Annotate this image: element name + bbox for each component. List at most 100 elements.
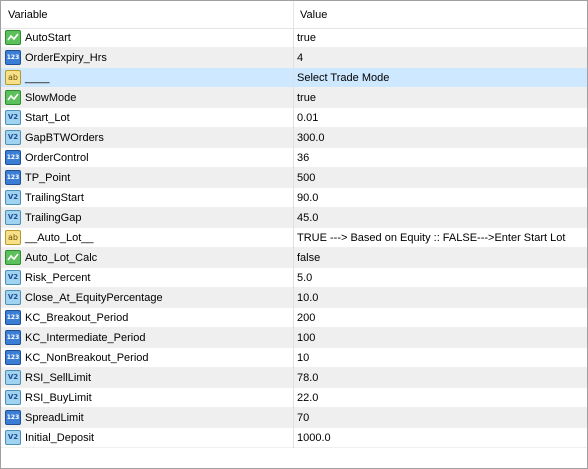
table-row[interactable]: 123 OrderControl 36 [1, 148, 587, 168]
variable-name: KC_Intermediate_Period [25, 332, 146, 344]
variable-name: Close_At_EquityPercentage [25, 292, 163, 304]
icon-glyph: ab [8, 233, 18, 242]
value-cell[interactable]: 1000.0 [294, 428, 587, 448]
double-icon: V2 [5, 390, 21, 405]
table-row[interactable]: V2 Initial_Deposit 1000.0 [1, 428, 587, 448]
variable-cell[interactable]: V2 TrailingGap [1, 208, 294, 228]
variable-cell[interactable]: Auto_Lot_Calc [1, 248, 294, 268]
variable-cell[interactable]: V2 Close_At_EquityPercentage [1, 288, 294, 308]
table-row[interactable]: ab __Auto_Lot__ TRUE ---> Based on Equity … [1, 228, 587, 248]
int-icon: 123 [5, 410, 21, 425]
table-row[interactable]: SlowMode true [1, 88, 587, 108]
variable-cell[interactable]: 123 KC_Breakout_Period [1, 308, 294, 328]
value-cell[interactable]: false [294, 248, 587, 268]
variable-name: TrailingStart [25, 192, 84, 204]
table-row[interactable]: 123 SpreadLimit 70 [1, 408, 587, 428]
bool-icon [5, 250, 21, 265]
value-cell[interactable]: 70 [294, 408, 587, 428]
value-cell[interactable]: 22.0 [294, 388, 587, 408]
icon-glyph: 123 [6, 174, 20, 181]
variable-cell[interactable]: 123 TP_Point [1, 168, 294, 188]
variable-cell[interactable]: ab __Auto_Lot__ [1, 228, 294, 248]
variable-cell[interactable]: V2 Initial_Deposit [1, 428, 294, 448]
value-cell[interactable]: 200 [294, 308, 587, 328]
icon-glyph: 123 [6, 314, 20, 321]
int-icon: 123 [5, 330, 21, 345]
string-icon: ab [5, 70, 21, 85]
table-row[interactable]: V2 TrailingGap 45.0 [1, 208, 587, 228]
icon-glyph: 123 [6, 334, 20, 341]
value-cell[interactable]: true [294, 88, 587, 108]
variable-cell[interactable]: ab ____ [1, 68, 294, 88]
double-icon: V2 [5, 210, 21, 225]
variable-cell[interactable]: V2 GapBTWOrders [1, 128, 294, 148]
value-cell[interactable]: 500 [294, 168, 587, 188]
table-row[interactable]: Auto_Lot_Calc false [1, 248, 587, 268]
inputs-grid: Variable Value AutoStart true 123 OrderExpi… [0, 0, 588, 469]
variable-cell[interactable]: 123 KC_Intermediate_Period [1, 328, 294, 348]
variable-cell[interactable]: V2 RSI_BuyLimit [1, 388, 294, 408]
value-cell[interactable]: 0.01 [294, 108, 587, 128]
column-header-variable[interactable]: Variable [1, 1, 294, 28]
value-cell[interactable]: 10.0 [294, 288, 587, 308]
table-row[interactable]: V2 GapBTWOrders 300.0 [1, 128, 587, 148]
double-icon: V2 [5, 270, 21, 285]
variable-cell[interactable]: V2 Start_Lot [1, 108, 294, 128]
variable-cell[interactable]: 123 SpreadLimit [1, 408, 294, 428]
variable-cell[interactable]: 123 OrderExpiry_Hrs [1, 48, 294, 68]
variable-cell[interactable]: AutoStart [1, 28, 294, 48]
table-row[interactable]: AutoStart true [1, 28, 587, 48]
variable-name: KC_NonBreakout_Period [25, 352, 149, 364]
icon-glyph: V2 [7, 213, 19, 221]
icon-glyph: 123 [6, 414, 20, 421]
table-row[interactable]: V2 Close_At_EquityPercentage 10.0 [1, 288, 587, 308]
variable-name: ____ [25, 72, 50, 84]
icon-glyph: ab [8, 73, 18, 82]
variable-cell[interactable]: V2 RSI_SellLimit [1, 368, 294, 388]
variable-cell[interactable]: SlowMode [1, 88, 294, 108]
value-cell[interactable]: true [294, 28, 587, 48]
value-cell[interactable]: 45.0 [294, 208, 587, 228]
value-cell[interactable]: 4 [294, 48, 587, 68]
value-cell[interactable]: 90.0 [294, 188, 587, 208]
icon-glyph: V2 [7, 133, 19, 141]
variable-cell[interactable]: 123 KC_NonBreakout_Period [1, 348, 294, 368]
table-row[interactable]: 123 KC_Breakout_Period 200 [1, 308, 587, 328]
value-cell[interactable]: 36 [294, 148, 587, 168]
double-icon: V2 [5, 370, 21, 385]
table-row[interactable]: 123 TP_Point 500 [1, 168, 587, 188]
variable-name: Start_Lot [25, 112, 70, 124]
column-header-value[interactable]: Value [294, 1, 587, 28]
int-icon: 123 [5, 350, 21, 365]
value-cell[interactable]: Select Trade Mode [294, 68, 587, 88]
variable-name: Initial_Deposit [25, 432, 95, 444]
variable-name: TrailingGap [25, 212, 82, 224]
table-row[interactable]: 123 KC_NonBreakout_Period 10 [1, 348, 587, 368]
variable-name: Auto_Lot_Calc [25, 252, 98, 264]
table-row[interactable]: V2 Risk_Percent 5.0 [1, 268, 587, 288]
table-row[interactable]: V2 Start_Lot 0.01 [1, 108, 587, 128]
table-row[interactable]: V2 RSI_BuyLimit 22.0 [1, 388, 587, 408]
table-row[interactable]: V2 TrailingStart 90.0 [1, 188, 587, 208]
variable-cell[interactable]: V2 Risk_Percent [1, 268, 294, 288]
value-cell[interactable]: 300.0 [294, 128, 587, 148]
variable-name: AutoStart [25, 32, 71, 44]
icon-glyph: 123 [6, 154, 20, 161]
value-cell[interactable]: 78.0 [294, 368, 587, 388]
table-row[interactable]: V2 RSI_SellLimit 78.0 [1, 368, 587, 388]
variable-cell[interactable]: 123 OrderControl [1, 148, 294, 168]
bool-icon [5, 30, 21, 45]
table-row[interactable]: 123 KC_Intermediate_Period 100 [1, 328, 587, 348]
double-icon: V2 [5, 430, 21, 445]
value-cell[interactable]: 100 [294, 328, 587, 348]
value-cell[interactable]: TRUE ---> Based on Equity :: FALSE--->En… [294, 228, 587, 248]
table-row[interactable]: ab ____ Select Trade Mode [1, 68, 587, 88]
variable-name: RSI_SellLimit [25, 372, 92, 384]
double-icon: V2 [5, 190, 21, 205]
table-row[interactable]: 123 OrderExpiry_Hrs 4 [1, 48, 587, 68]
value-cell[interactable]: 10 [294, 348, 587, 368]
string-icon: ab [5, 230, 21, 245]
variable-cell[interactable]: V2 TrailingStart [1, 188, 294, 208]
value-cell[interactable]: 5.0 [294, 268, 587, 288]
icon-glyph: V2 [7, 113, 19, 121]
